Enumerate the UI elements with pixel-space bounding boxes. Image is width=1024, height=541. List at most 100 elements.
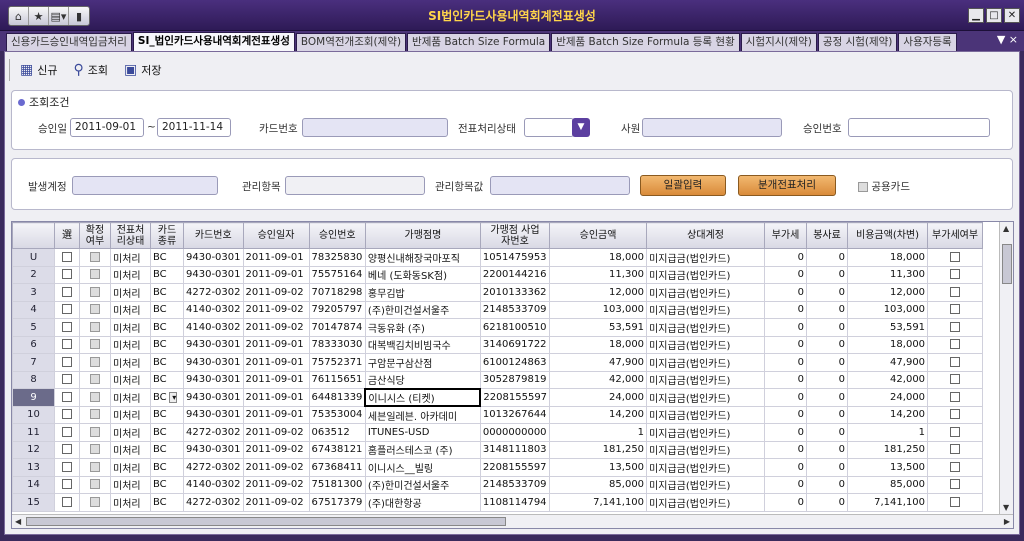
scroll-left-icon[interactable]: ◀ (15, 517, 21, 526)
counter-account-cell[interactable]: 미지급금(법인카드) (646, 475, 766, 494)
approve-amount-cell[interactable]: 53,591 (549, 318, 648, 337)
select-checkbox[interactable] (54, 493, 80, 512)
vat-flag-checkbox[interactable] (927, 353, 984, 372)
merchant-name-cell[interactable]: 베네 (도화동SK점) (364, 265, 481, 284)
vat-flag-checkbox[interactable] (927, 475, 984, 494)
card-no-cell[interactable]: 4272-0302 (183, 493, 244, 512)
column-header[interactable]: 상대계정 (646, 222, 766, 249)
card-type-cell[interactable]: BC (150, 248, 184, 267)
merchant-name-cell[interactable]: ITUNES-USD (364, 423, 481, 442)
card-no-cell[interactable]: 9430-0301 (183, 388, 244, 407)
card-type-cell[interactable]: BC (150, 440, 184, 459)
cost-amount-cell[interactable]: 42,000 (847, 370, 929, 389)
counter-account-cell[interactable]: 미지급금(법인카드) (646, 335, 766, 354)
merchant-bizno-cell[interactable]: 1051475953 (479, 248, 551, 267)
vat-cell[interactable]: 0 (764, 248, 808, 267)
slip-status-cell[interactable]: 미처리 (110, 458, 151, 477)
vat-cell[interactable]: 0 (764, 493, 808, 512)
confirm-checkbox[interactable] (79, 405, 111, 424)
vat-flag-checkbox[interactable] (927, 493, 984, 512)
service-fee-cell[interactable]: 0 (806, 458, 849, 477)
counter-account-cell[interactable]: 미지급금(법인카드) (646, 458, 766, 477)
service-fee-cell[interactable]: 0 (806, 440, 849, 459)
vat-cell[interactable]: 0 (764, 388, 808, 407)
chevron-down-icon[interactable]: ▼ (572, 118, 590, 137)
account-input[interactable] (72, 176, 218, 195)
vat-flag-checkbox[interactable] (927, 388, 984, 407)
slip-status-cell[interactable]: 미처리 (110, 405, 151, 424)
approve-no-cell[interactable]: 70147874 (308, 318, 366, 337)
cost-amount-cell[interactable]: 53,591 (847, 318, 929, 337)
confirm-checkbox[interactable] (79, 475, 111, 494)
merchant-bizno-cell[interactable]: 6100124863 (479, 353, 551, 372)
approve-date-cell[interactable]: 2011-09-01 (242, 265, 310, 284)
approve-date-cell[interactable]: 2011-09-02 (242, 318, 310, 337)
card-no-cell[interactable]: 4140-0302 (183, 475, 244, 494)
vertical-scrollbar[interactable]: ▲ ▼ (999, 222, 1013, 514)
approve-amount-cell[interactable]: 18,000 (549, 335, 648, 354)
mgmt-value-input[interactable] (490, 176, 630, 195)
counter-account-cell[interactable]: 미지급금(법인카드) (646, 353, 766, 372)
merchant-name-cell[interactable]: 양평신내해장국마포직 (364, 248, 481, 267)
table-row[interactable]: 14 미처리 BC 4140-0302 2011-09-02 75181300 (주)한미건… (12, 475, 984, 494)
table-row[interactable]: U 미처리 BC 9430-0301 2011-09-01 78325830 양평신내해장국… (12, 248, 984, 267)
hscroll-thumb[interactable] (26, 517, 506, 526)
service-fee-cell[interactable]: 0 (806, 353, 849, 372)
merchant-name-cell[interactable]: 금산식당 (364, 370, 481, 389)
approve-date-cell[interactable]: 2011-09-02 (242, 440, 310, 459)
approve-date-cell[interactable]: 2011-09-01 (242, 405, 310, 424)
service-fee-cell[interactable]: 0 (806, 335, 849, 354)
merchant-bizno-cell[interactable]: 3052879819 (479, 370, 551, 389)
mgmt-item-input[interactable] (285, 176, 425, 195)
column-header[interactable]: 부가세 (764, 222, 808, 249)
card-no-cell[interactable]: 4140-0302 (183, 300, 244, 319)
column-header[interactable]: 選 (54, 222, 80, 249)
card-type-cell[interactable]: BC ▾ (150, 388, 184, 407)
approve-amount-cell[interactable]: 1 (549, 423, 648, 442)
scroll-right-icon[interactable]: ▶ (1004, 517, 1010, 526)
column-header[interactable]: 승인금액 (549, 222, 648, 249)
tab-batch-size[interactable]: 반제품 Batch Size Formula (407, 33, 551, 51)
counter-account-cell[interactable]: 미지급금(법인카드) (646, 493, 766, 512)
vat-cell[interactable]: 0 (764, 475, 808, 494)
approve-no-cell[interactable]: 063512 (308, 423, 366, 442)
cost-amount-cell[interactable]: 14,200 (847, 405, 929, 424)
column-header[interactable]: 카드번호 (183, 222, 244, 249)
column-header[interactable]: 승인일자 (242, 222, 310, 249)
slip-status-cell[interactable]: 미처리 (110, 265, 151, 284)
select-checkbox[interactable] (54, 440, 80, 459)
split-slip-button[interactable]: 분개전표처리 (738, 175, 836, 196)
approve-no-cell[interactable]: 75181300 (308, 475, 366, 494)
new-button[interactable]: ▦ 신규 (14, 58, 63, 82)
card-type-cell[interactable]: BC (150, 458, 184, 477)
vat-flag-checkbox[interactable] (927, 423, 984, 442)
merchant-bizno-cell[interactable]: 2148533709 (479, 475, 551, 494)
cost-amount-cell[interactable]: 13,500 (847, 458, 929, 477)
service-fee-cell[interactable]: 0 (806, 248, 849, 267)
minimize-icon[interactable]: ▁ (968, 8, 984, 23)
service-fee-cell[interactable]: 0 (806, 283, 849, 302)
approve-date-cell[interactable]: 2011-09-02 (242, 423, 310, 442)
approve-date-cell[interactable]: 2011-09-02 (242, 458, 310, 477)
tab-card-deposit[interactable]: 신용카드승인내역입금처리 (6, 33, 132, 51)
cost-amount-cell[interactable]: 12,000 (847, 283, 929, 302)
select-checkbox[interactable] (54, 370, 80, 389)
merchant-name-cell[interactable]: (주)대한항공 (364, 493, 481, 512)
merchant-bizno-cell[interactable]: 1013267644 (479, 405, 551, 424)
slip-status-cell[interactable]: 미처리 (110, 493, 151, 512)
tab-controls[interactable]: ▼ × (997, 33, 1018, 46)
approve-amount-cell[interactable]: 13,500 (549, 458, 648, 477)
approve-amount-cell[interactable]: 14,200 (549, 405, 648, 424)
vat-flag-checkbox[interactable] (927, 440, 984, 459)
table-row[interactable]: 6 미처리 BC 9430-0301 2011-09-01 78333030 대복백김치비빔… (12, 335, 984, 354)
confirm-checkbox[interactable] (79, 423, 111, 442)
approve-date-cell[interactable]: 2011-09-02 (242, 475, 310, 494)
card-type-cell[interactable]: BC (150, 283, 184, 302)
service-fee-cell[interactable]: 0 (806, 318, 849, 337)
approve-amount-cell[interactable]: 42,000 (549, 370, 648, 389)
row-header[interactable]: 9 (12, 388, 55, 407)
service-fee-cell[interactable]: 0 (806, 265, 849, 284)
service-fee-cell[interactable]: 0 (806, 405, 849, 424)
merchant-name-cell[interactable]: 이니시스 (티켓) (364, 387, 482, 407)
slip-status-cell[interactable]: 미처리 (110, 335, 151, 354)
